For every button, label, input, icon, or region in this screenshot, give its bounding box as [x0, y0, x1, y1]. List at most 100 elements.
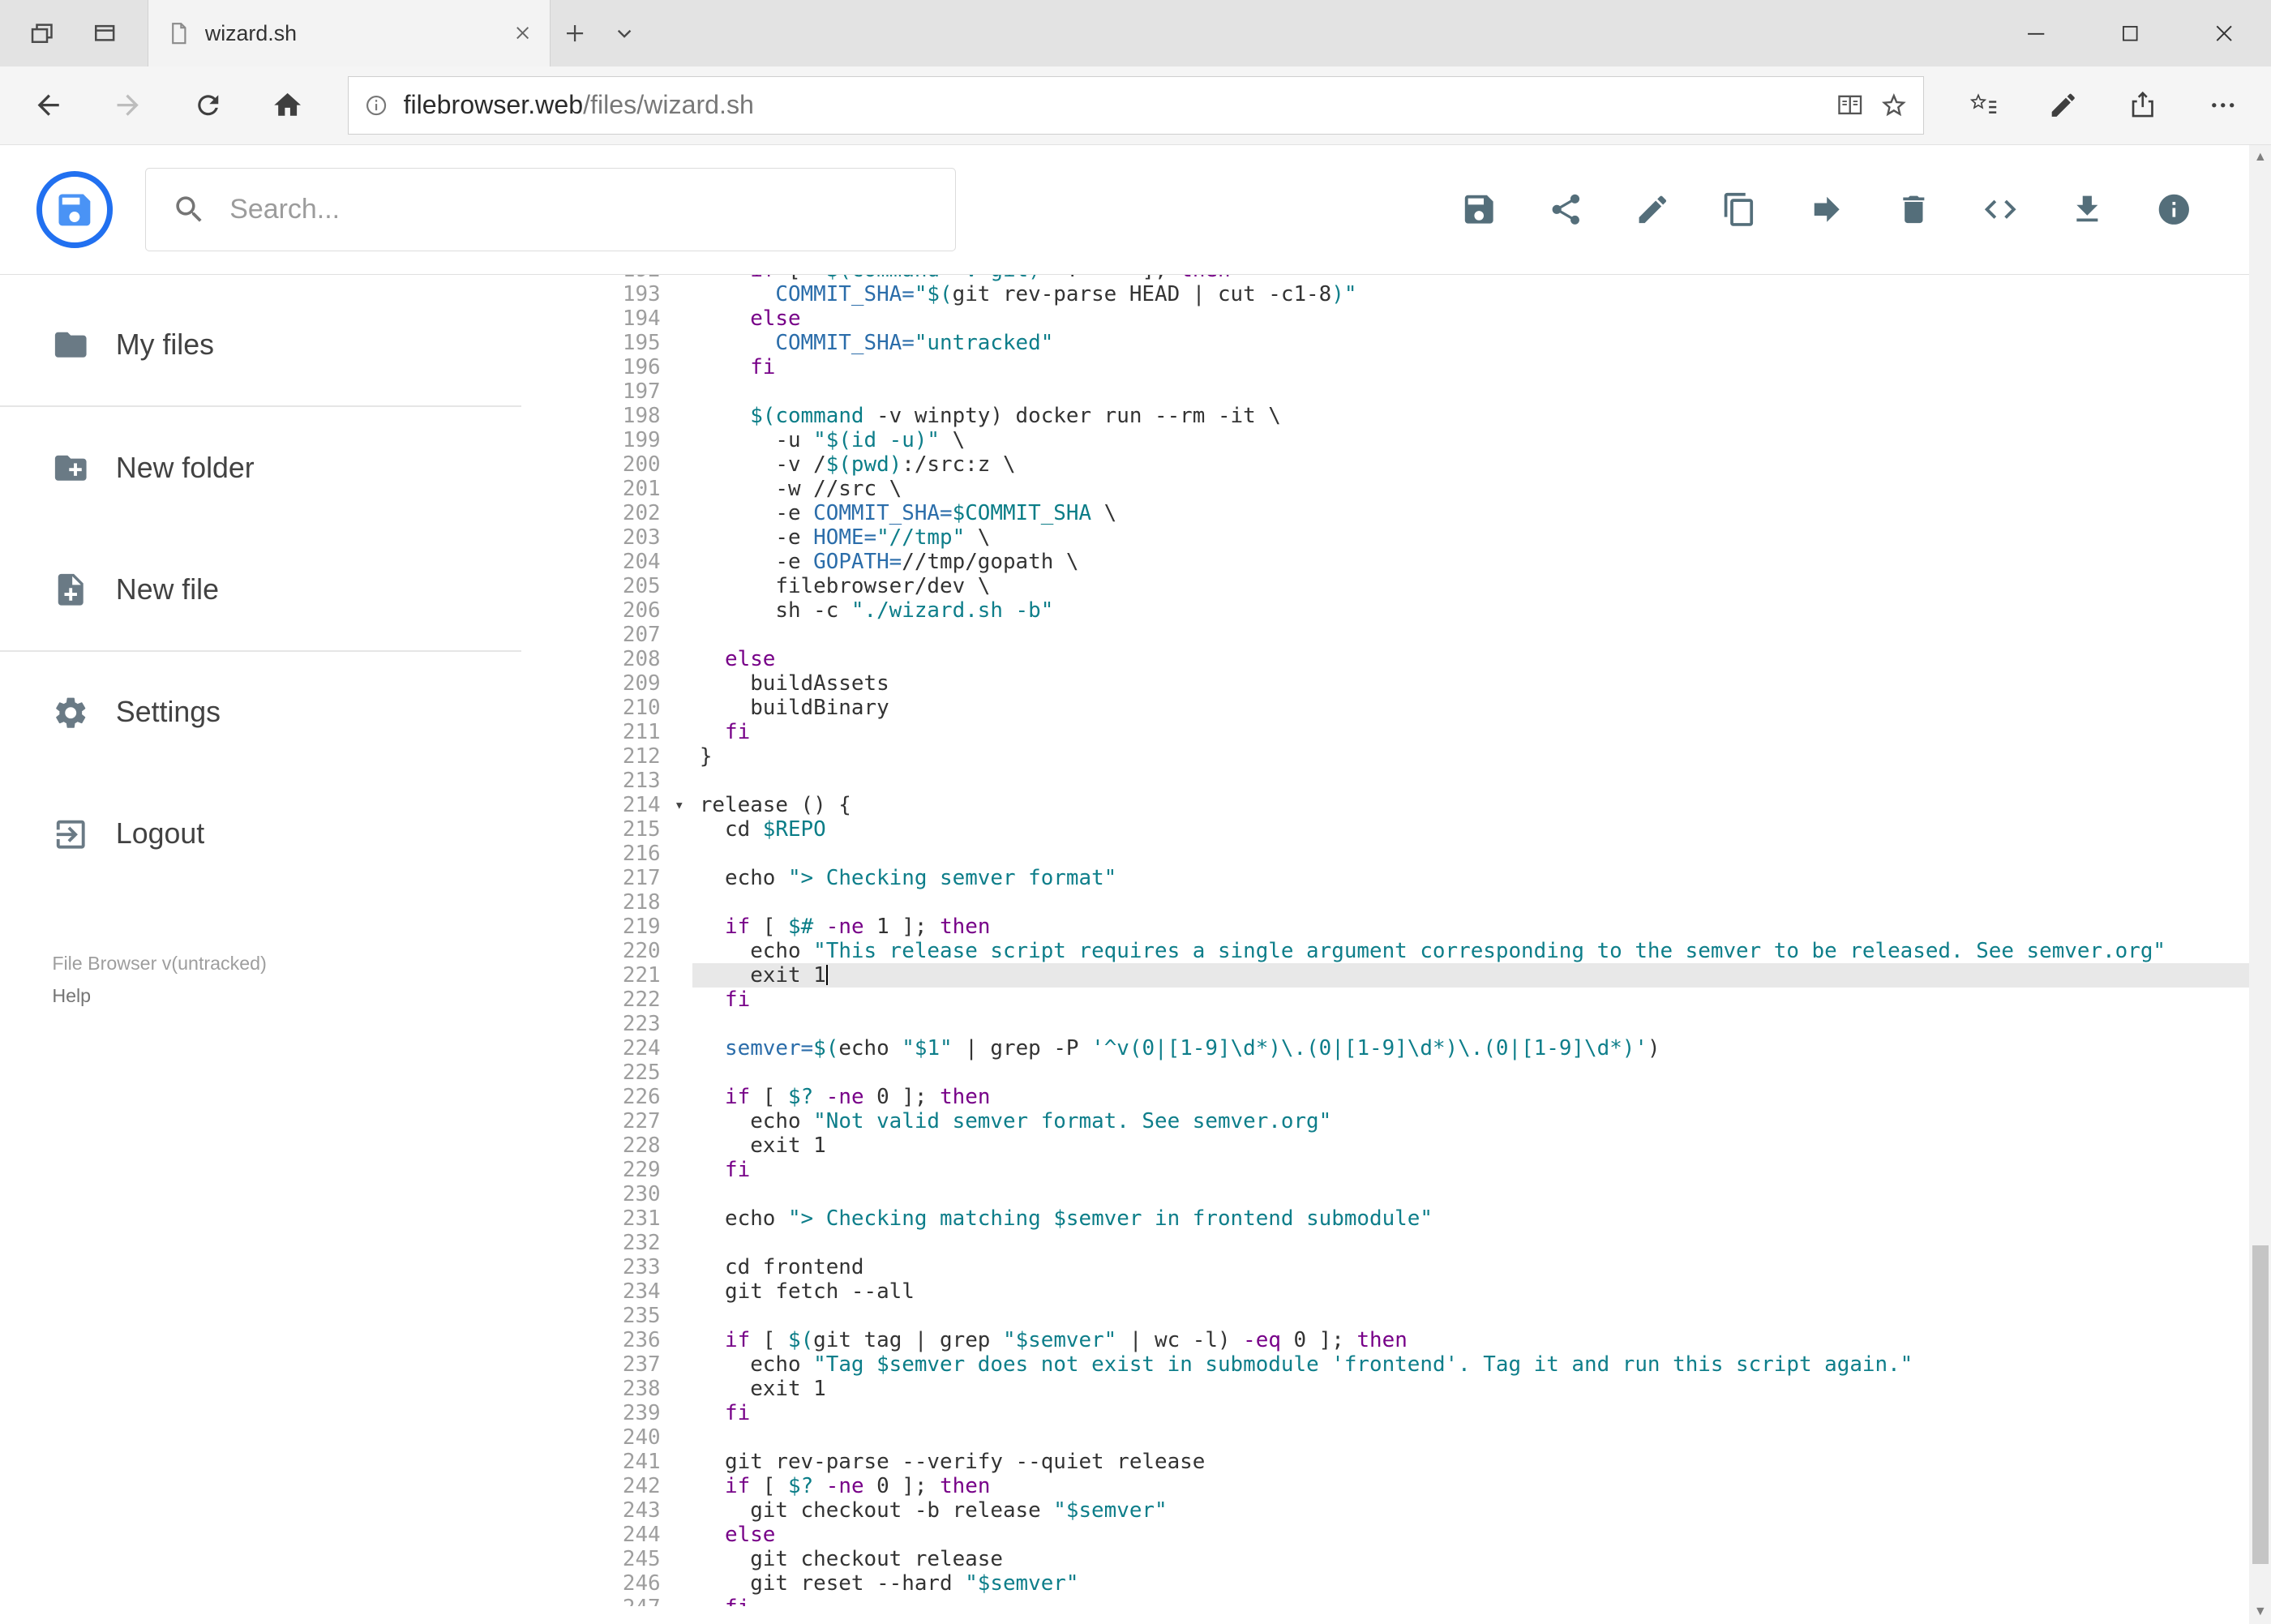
- delete-button[interactable]: [1895, 191, 1932, 228]
- back-button[interactable]: [9, 74, 88, 138]
- tab-close-icon[interactable]: [513, 24, 532, 42]
- share-button[interactable]: [1547, 191, 1584, 228]
- code-line: 219 if [ $# -ne 1 ]; then: [521, 915, 2249, 939]
- set-tabs-aside-icon[interactable]: [17, 0, 66, 66]
- refresh-icon[interactable]: [168, 74, 247, 138]
- code-line: 225: [521, 1061, 2249, 1085]
- line-number: 214: [622, 792, 661, 817]
- code-line: 234 git fetch --all: [521, 1279, 2249, 1304]
- fold-gutter: [666, 915, 692, 939]
- minimize-button[interactable]: [1989, 0, 2083, 66]
- forward-button[interactable]: [88, 74, 168, 138]
- favorite-star-icon[interactable]: [1879, 91, 1909, 120]
- code-line: 229 fi: [521, 1158, 2249, 1182]
- code-line: 216: [521, 842, 2249, 866]
- scroll-down-arrow-icon[interactable]: ▼: [2249, 1599, 2271, 1623]
- sidebar-item-label: My files: [115, 328, 214, 361]
- code-editor[interactable]: 192 if [ "$(command -v git)" != "" ]; th…: [521, 275, 2250, 1607]
- line-number: 208: [622, 646, 661, 671]
- sidebar-item-new-folder[interactable]: New folder: [0, 407, 521, 529]
- sidebar-item-label: Logout: [115, 817, 205, 851]
- fold-gutter: [666, 1255, 692, 1279]
- fold-gutter: [666, 1109, 692, 1133]
- maximize-button[interactable]: [2083, 0, 2177, 66]
- copy-button[interactable]: [1720, 191, 1758, 228]
- code-line: 192 if [ "$(command -v git)" != "" ]; th…: [521, 275, 2249, 282]
- line-number: 233: [622, 1254, 661, 1279]
- line-number: 205: [622, 573, 661, 598]
- page-scrollbar[interactable]: ▲ ▼: [2249, 144, 2271, 1624]
- fold-gutter: [666, 1012, 692, 1036]
- reading-view-icon[interactable]: [1835, 90, 1866, 121]
- close-button[interactable]: [2177, 0, 2271, 66]
- address-bar[interactable]: filebrowser.web/files/wizard.sh: [347, 76, 1924, 135]
- site-info-icon[interactable]: [363, 92, 389, 118]
- fold-gutter: [666, 306, 692, 331]
- line-number: 238: [622, 1376, 661, 1401]
- code-line: 212}: [521, 744, 2249, 769]
- fold-gutter: [666, 696, 692, 720]
- code-line: 194 else: [521, 306, 2249, 331]
- code-view-button[interactable]: [1982, 191, 2019, 228]
- browser-tab[interactable]: wizard.sh: [148, 0, 551, 67]
- line-number: 220: [622, 938, 661, 963]
- scroll-up-arrow-icon[interactable]: ▲: [2249, 145, 2271, 169]
- sidebar-item-settings[interactable]: Settings: [0, 652, 521, 773]
- line-number: 195: [622, 330, 661, 355]
- fold-gutter: [666, 1425, 692, 1450]
- download-button[interactable]: [2068, 191, 2106, 228]
- more-options-icon[interactable]: [2183, 74, 2262, 138]
- sidebar-item-logout[interactable]: Logout: [0, 773, 521, 895]
- code-line: 224 semver=$(echo "$1" | grep -P '^v(0|[…: [521, 1036, 2249, 1061]
- sidebar-item-my-files[interactable]: My files: [0, 284, 521, 405]
- fold-gutter: [666, 1450, 692, 1474]
- fold-gutter: [666, 1352, 692, 1377]
- sidebar-item-new-file[interactable]: New file: [0, 529, 521, 650]
- line-number: 198: [622, 403, 661, 428]
- new-tab-button[interactable]: [551, 0, 600, 66]
- move-button[interactable]: [1808, 191, 1845, 228]
- file-actions-toolbar: [1460, 191, 2249, 228]
- line-number: 246: [622, 1570, 661, 1596]
- code-line: 246 git reset --hard "$semver": [521, 1571, 2249, 1596]
- code-line: 226 if [ $? -ne 0 ]; then: [521, 1085, 2249, 1109]
- code-line: 215 cd $REPO: [521, 817, 2249, 842]
- line-number: 217: [622, 865, 661, 890]
- line-number: 192: [521, 275, 666, 282]
- rename-button[interactable]: [1634, 191, 1671, 228]
- line-number: 212: [622, 743, 661, 769]
- line-number: 206: [622, 598, 661, 623]
- web-note-pen-icon[interactable]: [2024, 74, 2103, 138]
- tab-list-chevron-icon[interactable]: [600, 0, 649, 66]
- line-number: 243: [622, 1498, 661, 1523]
- favorites-hub-icon[interactable]: [1944, 74, 2024, 138]
- code-line: 218: [521, 890, 2249, 915]
- code-line: 236 if [ $(git tag | grep "$semver" | wc…: [521, 1328, 2249, 1352]
- line-number: 242: [622, 1473, 661, 1498]
- fold-gutter: [666, 1474, 692, 1498]
- fold-gutter: [666, 963, 692, 988]
- scrollbar-thumb[interactable]: [2252, 1245, 2269, 1565]
- fold-gutter: [666, 744, 692, 769]
- fold-gutter: [666, 842, 692, 866]
- info-button[interactable]: [2155, 191, 2192, 228]
- tabs-preview-icon[interactable]: [81, 0, 131, 66]
- code-line: 200 -v /$(pwd):/src:z \: [521, 452, 2249, 477]
- code-line: 195 COMMIT_SHA="untracked": [521, 331, 2249, 355]
- share-page-icon[interactable]: [2103, 74, 2183, 138]
- home-button[interactable]: [247, 74, 327, 138]
- search-icon: [172, 192, 207, 227]
- code-line: 205 filebrowser/dev \: [521, 574, 2249, 598]
- search-input[interactable]: Search...: [144, 167, 957, 252]
- line-number: 236: [622, 1327, 661, 1352]
- settings-icon: [56, 697, 86, 728]
- code-line: 208 else: [521, 647, 2249, 671]
- help-link[interactable]: Help: [52, 985, 521, 1007]
- browser-window: wizard.sh filebrowser.web/files/wizard.s…: [0, 0, 2271, 1624]
- fold-marker-icon[interactable]: ▾: [666, 793, 692, 817]
- save-button[interactable]: [1460, 191, 1498, 228]
- line-number: 228: [622, 1133, 661, 1158]
- tab-title: wizard.sh: [204, 20, 297, 45]
- line-number: 219: [622, 914, 661, 939]
- line-number: 237: [622, 1352, 661, 1377]
